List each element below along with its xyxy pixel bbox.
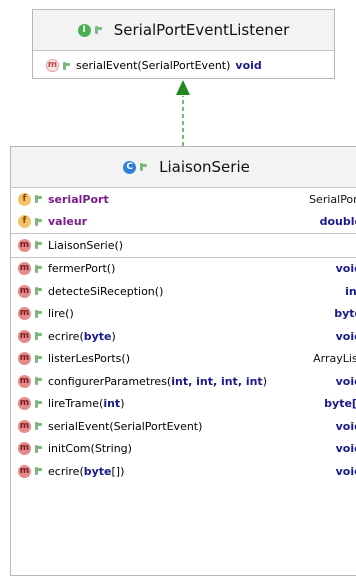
method-name: fermerPort()	[48, 262, 116, 276]
method-param-types: byte	[83, 329, 112, 343]
method-name: detecteSiReception()	[48, 284, 164, 298]
class-title: LiaisonSerie	[159, 158, 250, 176]
field-row[interactable]: f serialPort SerialPort	[11, 188, 356, 211]
public-visibility-icon	[34, 287, 42, 296]
method-row[interactable]: m detecteSiReception() int	[11, 280, 356, 303]
method-row[interactable]: mecrire(byte[])void	[11, 460, 356, 483]
method-row[interactable]: m fermerPort() void	[11, 258, 356, 281]
methods-section: m fermerPort() void m detecteSiReception() in…	[11, 258, 356, 483]
public-visibility-icon	[34, 217, 42, 226]
method-name: ecrire(	[48, 464, 84, 478]
method-param-types: byte	[83, 464, 112, 478]
method-name-end: )	[120, 397, 125, 411]
fields-section: f serialPort SerialPort f valeur double	[11, 188, 356, 234]
public-visibility-icon	[139, 163, 148, 171]
class-liaisonserie[interactable]: C LiaisonSerie f serialPort SerialPort f…	[10, 146, 356, 576]
field-icon: f	[18, 192, 31, 206]
method-row[interactable]: mlireTrame(int)byte[]	[11, 393, 356, 416]
constructor-row[interactable]: m LiaisonSerie()	[11, 234, 356, 257]
method-name: initCom(String)	[48, 442, 132, 456]
field-row[interactable]: f valeur double	[11, 211, 356, 234]
method-return-type: ArrayList	[313, 352, 356, 366]
method-name-end: )	[262, 374, 267, 388]
method-icon: m	[18, 397, 31, 411]
method-icon: m	[18, 374, 31, 388]
method-name-end: [])	[111, 464, 125, 478]
field-type: double	[319, 215, 356, 229]
public-visibility-icon	[34, 241, 42, 250]
method-param-types: int, int, int, int	[171, 374, 263, 388]
method-name: lireTrame(	[48, 397, 104, 411]
method-signature: lireTrame(int)	[48, 397, 324, 410]
method-row[interactable]: m serialEvent(SerialPortEvent) void	[11, 415, 356, 438]
public-visibility-icon	[34, 444, 42, 453]
method-icon: m	[18, 307, 31, 321]
public-visibility-icon	[34, 467, 42, 476]
public-visibility-icon	[34, 377, 42, 386]
method-return-type: void	[335, 329, 356, 343]
public-visibility-icon	[34, 309, 42, 318]
method-signature: ecrire(byte)	[48, 330, 336, 343]
method-name: lire()	[48, 307, 74, 321]
method-icon: m	[18, 352, 31, 366]
method-signature: fermerPort()	[48, 262, 336, 275]
method-icon: m	[18, 262, 31, 276]
method-icon: m	[18, 419, 31, 433]
class-header: C LiaisonSerie	[11, 147, 356, 188]
public-visibility-icon	[34, 332, 42, 341]
method-param-types: int	[103, 397, 121, 411]
method-signature: configurerParametres(int, int, int, int)	[48, 375, 336, 388]
field-name: serialPort	[48, 192, 109, 206]
method-icon: m	[18, 284, 31, 298]
constructors-section: m LiaisonSerie()	[11, 234, 356, 258]
method-return-type: void	[335, 419, 356, 433]
public-visibility-icon	[34, 399, 42, 408]
method-name: serialEvent(SerialPortEvent)	[48, 419, 203, 433]
method-name: ecrire(	[48, 329, 84, 343]
public-visibility-icon	[34, 264, 42, 273]
method-return-type: void	[335, 464, 356, 478]
method-signature: ecrire(byte[])	[48, 465, 336, 478]
method-return-type: byte	[334, 307, 356, 321]
method-return-type: void	[335, 374, 356, 388]
method-row[interactable]: m listerLesPorts() ArrayList	[11, 348, 356, 371]
method-icon: m	[18, 238, 31, 252]
method-signature: serialEvent(SerialPortEvent)	[48, 420, 336, 433]
method-signature: initCom(String)	[48, 442, 336, 455]
public-visibility-icon	[34, 422, 42, 431]
public-visibility-icon	[34, 354, 42, 363]
method-return-type: void	[335, 442, 356, 456]
constructor-name: LiaisonSerie()	[48, 238, 124, 252]
method-name: listerLesPorts()	[48, 352, 131, 366]
field-type: SerialPort	[309, 192, 356, 206]
method-row[interactable]: m configurerParametres(int, int, int, int…	[11, 370, 356, 393]
public-visibility-icon	[34, 195, 42, 204]
method-row[interactable]: m lire() byte	[11, 303, 356, 326]
method-signature: lire()	[48, 307, 334, 320]
class-icon: C	[123, 160, 137, 174]
method-signature: listerLesPorts()	[48, 352, 313, 365]
method-row[interactable]: mecrire(byte)void	[11, 325, 356, 348]
field-icon: f	[18, 215, 31, 229]
method-icon: m	[18, 442, 31, 456]
method-return-type: int	[345, 284, 356, 298]
method-return-type: void	[335, 262, 356, 276]
method-icon: m	[18, 329, 31, 343]
method-row[interactable]: m initCom(String) void	[11, 438, 356, 461]
method-signature: detecteSiReception()	[48, 285, 345, 298]
arrow-head-icon	[176, 80, 190, 95]
field-name: valeur	[48, 215, 88, 229]
method-return-type: byte[]	[324, 397, 356, 411]
method-icon: m	[18, 464, 31, 478]
method-name: configurerParametres(	[48, 374, 172, 388]
method-name-end: )	[111, 329, 116, 343]
